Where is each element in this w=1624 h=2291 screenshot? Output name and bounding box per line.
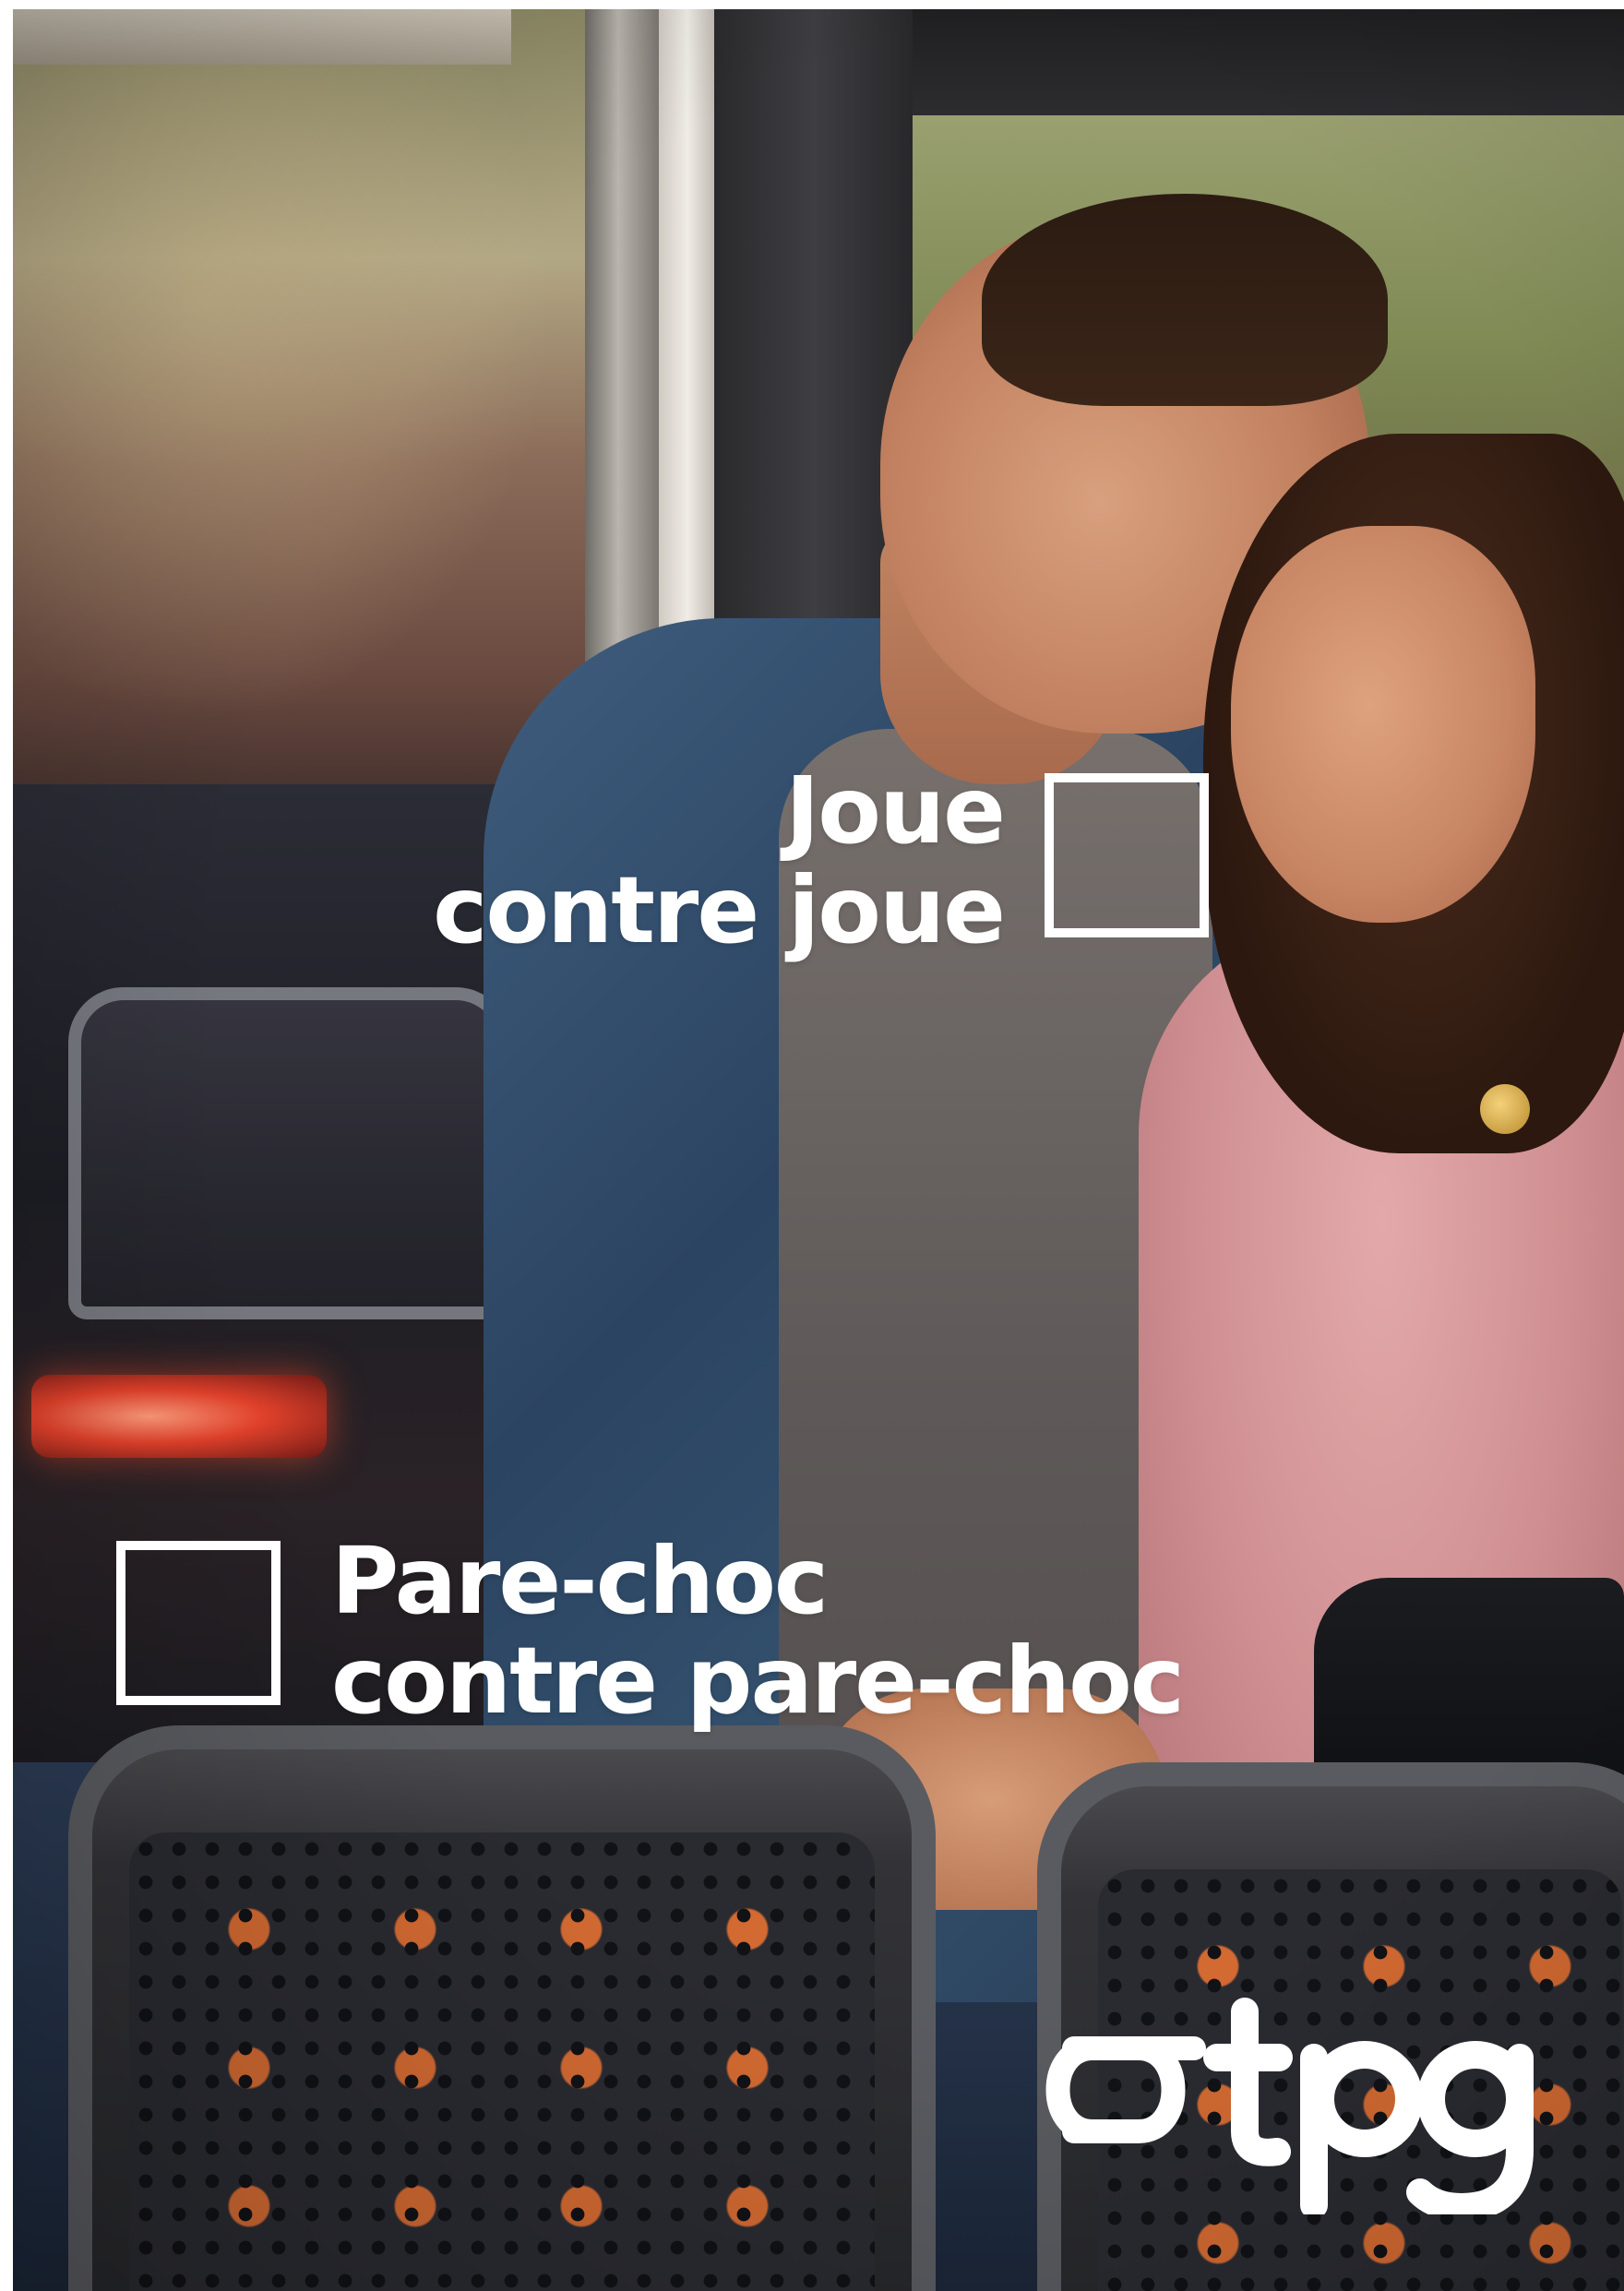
headline-top: Joue contre joue	[358, 757, 1006, 964]
headline-top-line-1: Joue	[785, 757, 1006, 865]
tpg-logo	[1045, 1998, 1534, 2214]
tpg-letter-p-bowl	[1307, 2041, 1423, 2157]
tpg-symbol-icon	[1045, 2036, 1206, 2143]
headline-top-line-2: contre joue	[433, 856, 1006, 964]
advertising-poster: Joue contre joue Pare-choc contre pare-c…	[13, 9, 1624, 2291]
outline-square-bottom	[116, 1541, 281, 1705]
headline-bottom-line-1: Pare-choc	[331, 1527, 829, 1635]
photo-vignette	[13, 9, 1624, 2291]
outline-square-top	[1045, 773, 1209, 937]
headline-bottom-line-2: contre pare-choc	[331, 1627, 1185, 1735]
background-photo	[13, 9, 1624, 2291]
headline-bottom: Pare-choc contre pare-choc	[331, 1532, 1199, 1731]
tpg-letter-t	[1203, 1998, 1293, 2166]
